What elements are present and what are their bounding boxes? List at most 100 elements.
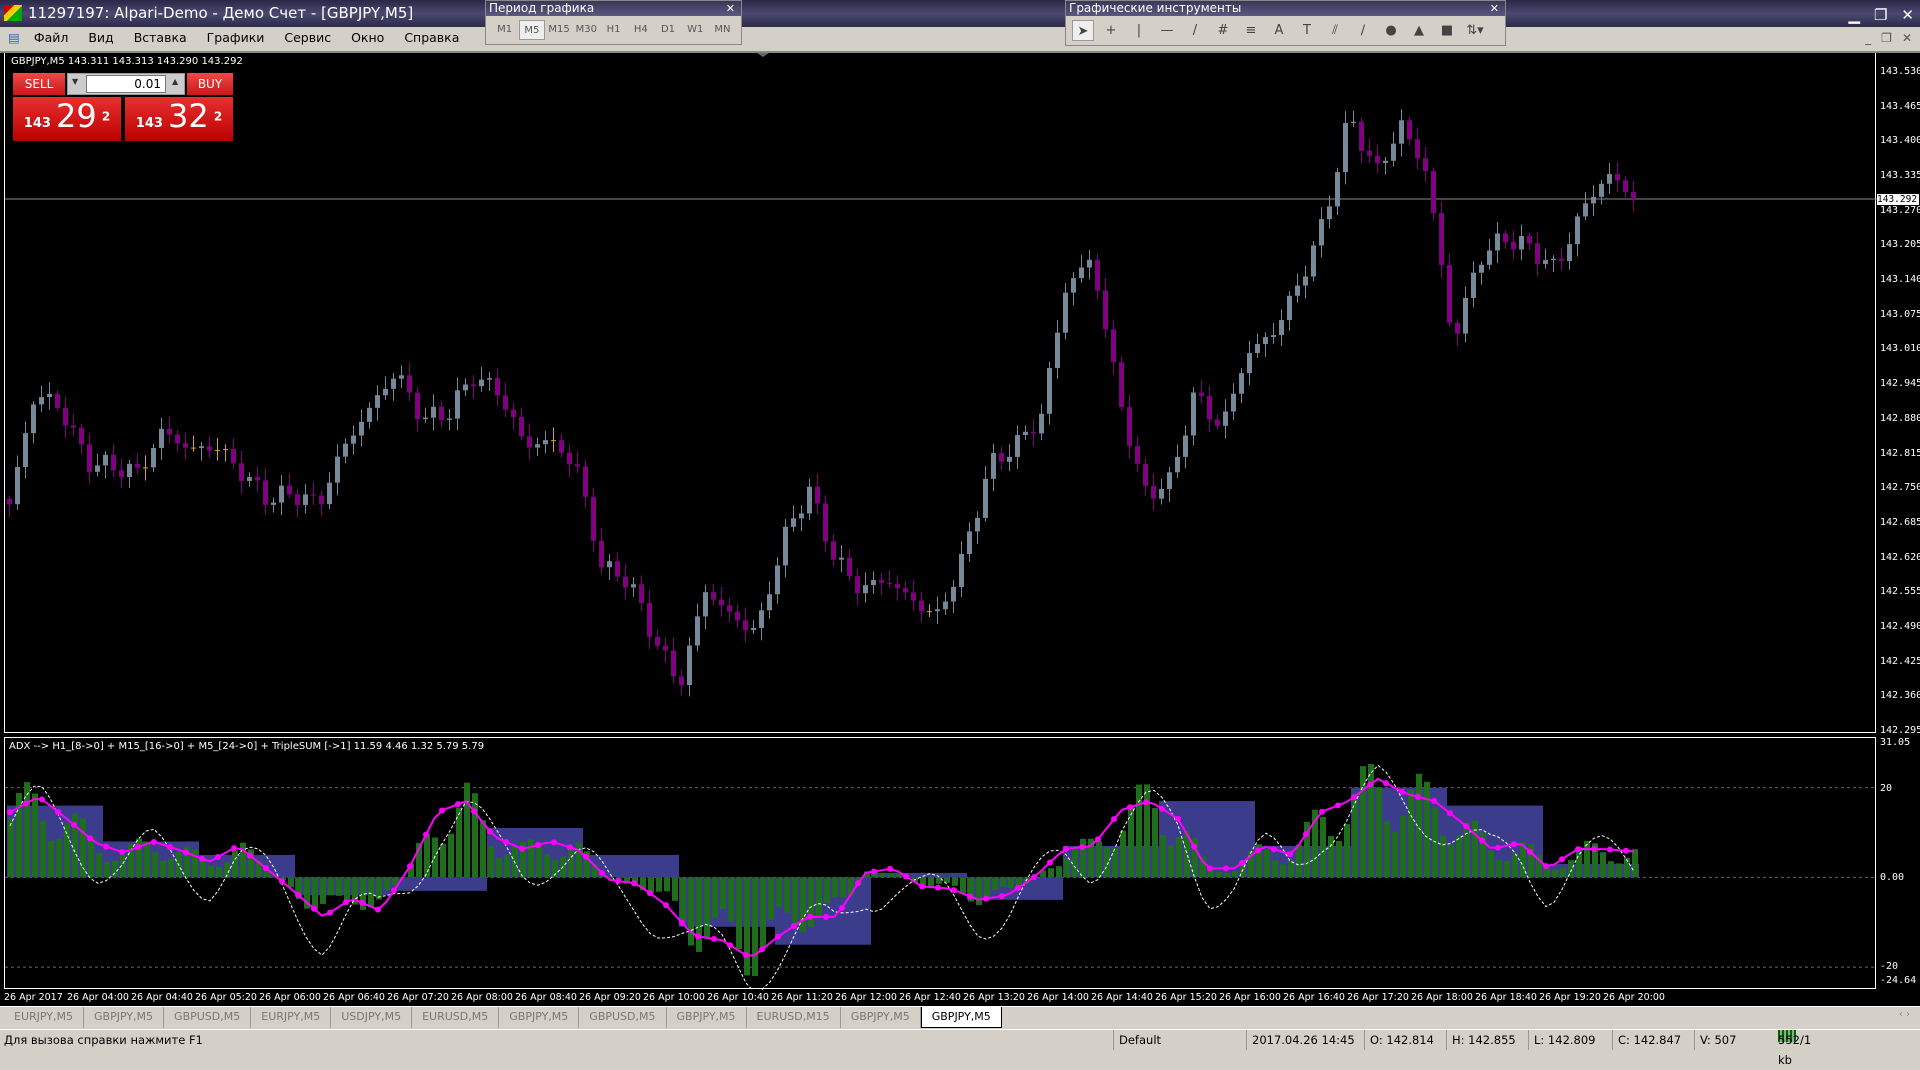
mdi-restore-button[interactable]: ❐ <box>1881 27 1892 49</box>
period-M15[interactable]: M15 <box>547 20 572 40</box>
candle <box>183 443 188 447</box>
histogram-bar-b <box>1264 849 1270 877</box>
cursor-icon[interactable]: ➤ <box>1072 20 1094 41</box>
period-MN[interactable]: MN <box>710 20 735 40</box>
buy-button[interactable]: BUY <box>187 73 233 95</box>
chart-tab[interactable]: GBPUSD,M5 <box>579 1007 666 1028</box>
triplesum-point <box>695 933 701 939</box>
menu-6[interactable]: Справка <box>394 27 469 49</box>
chart-tab[interactable]: GBPUSD,M5 <box>164 1007 251 1028</box>
histogram-bar-b <box>160 861 166 878</box>
chart-shift-marker[interactable] <box>757 53 769 57</box>
price-chart[interactable]: GBPJPY,M5 143.311 143.313 143.290 143.29… <box>4 53 1876 733</box>
indicator-axis-min: -24.64 <box>1880 975 1916 986</box>
arrows-icon[interactable]: ⇅▾ <box>1464 20 1486 41</box>
period-H1[interactable]: H1 <box>601 20 626 40</box>
lot-decrease-icon[interactable]: ▼ <box>72 77 78 86</box>
candle <box>679 676 684 685</box>
chart-tab[interactable]: GBPJPY,M5 <box>499 1007 579 1028</box>
indicator-axis-max: 31.05 <box>1880 737 1910 748</box>
mdi-minimize-button[interactable]: _ <box>1865 27 1871 49</box>
document-icon[interactable]: ▤ <box>8 27 24 49</box>
chart-tab[interactable]: EURJPY,M5 <box>251 1007 331 1028</box>
ellipse-icon[interactable]: ● <box>1380 20 1402 41</box>
time-axis-label: 26 Apr 09:20 <box>579 992 641 1003</box>
mdi-close-button[interactable]: ✕ <box>1902 27 1912 49</box>
chart-tab[interactable]: GBPJPY,M5 <box>84 1007 164 1028</box>
chart-tab[interactable]: GBPJPY,M5 <box>921 1007 1002 1028</box>
histogram-bar-b <box>32 794 38 878</box>
chart-tab[interactable]: GBPJPY,M5 <box>667 1007 747 1028</box>
lot-increase-icon[interactable]: ▲ <box>172 77 178 86</box>
histogram-bar-b <box>1504 861 1510 877</box>
candle <box>247 477 252 481</box>
status-profile[interactable]: Default <box>1113 1030 1243 1050</box>
bid-price-button[interactable]: 143 29 2 <box>13 97 121 141</box>
candle <box>1399 120 1404 143</box>
equidistant-channel-icon[interactable]: # <box>1212 20 1234 41</box>
histogram-bar-b <box>672 877 678 900</box>
candle <box>599 541 604 567</box>
candle <box>327 483 332 505</box>
menu-0[interactable]: Файл <box>24 27 79 49</box>
indicator-pane[interactable]: ADX --> H1_[8->0] + M15_[16->0] + M5_[24… <box>4 737 1876 989</box>
sell-button[interactable]: SELL <box>13 73 65 95</box>
minimize-button[interactable]: ▁ <box>1848 2 1860 29</box>
candle <box>311 494 316 495</box>
candle <box>1279 320 1284 335</box>
vertical-line-icon[interactable]: | <box>1128 20 1150 41</box>
time-axis-label: 26 Apr 08:40 <box>515 992 577 1003</box>
period-D1[interactable]: D1 <box>655 20 680 40</box>
candle <box>103 455 108 466</box>
candle <box>1159 489 1164 499</box>
chart-tab[interactable]: EURJPY,M5 <box>4 1007 84 1028</box>
lot-input[interactable] <box>86 75 166 93</box>
menu-1[interactable]: Вид <box>78 27 123 49</box>
period-M1[interactable]: M1 <box>492 20 517 40</box>
close-icon[interactable]: ✕ <box>726 1 735 16</box>
tab-scroll-arrows[interactable]: ‹ › <box>1899 1009 1910 1020</box>
menu-3[interactable]: Графики <box>197 27 275 49</box>
crosshair-icon[interactable]: + <box>1100 20 1122 41</box>
candle <box>1487 250 1492 264</box>
menu-4[interactable]: Сервис <box>274 27 341 49</box>
horizontal-line-icon[interactable]: — <box>1156 20 1178 41</box>
gann-fan-icon[interactable]: ⫽ <box>1324 20 1346 41</box>
trendline-icon[interactable]: / <box>1184 20 1206 41</box>
chart-tab[interactable]: EURUSD,M5 <box>412 1007 499 1028</box>
text-label-icon[interactable]: T <box>1296 20 1318 41</box>
candle <box>1543 260 1548 264</box>
restore-button[interactable]: ❐ <box>1874 2 1887 29</box>
rectangle-icon[interactable]: ■ <box>1436 20 1458 41</box>
menu-5[interactable]: Окно <box>341 27 394 49</box>
histogram-bar-b <box>48 841 54 878</box>
period-toolbar-title[interactable]: Период графика <box>489 1 594 15</box>
candle <box>367 408 372 422</box>
period-M30[interactable]: M30 <box>574 20 599 40</box>
ask-price-button[interactable]: 143 32 2 <box>125 97 233 141</box>
histogram-bar-b <box>312 877 318 910</box>
histogram-bar-b <box>992 877 998 890</box>
histogram-bar-b <box>1144 784 1150 877</box>
period-W1[interactable]: W1 <box>683 20 708 40</box>
period-H4[interactable]: H4 <box>628 20 653 40</box>
triplesum-point <box>855 880 861 886</box>
histogram-bar-b <box>792 877 798 925</box>
candle <box>703 592 708 616</box>
close-button[interactable]: ✕ <box>1901 2 1914 29</box>
gann-line-icon[interactable]: ∕ <box>1352 20 1374 41</box>
window-title: 11297197: Alpari-Demo - Демо Счет - [GBP… <box>28 4 413 22</box>
tools-toolbar-title[interactable]: Графические инструменты <box>1069 1 1241 15</box>
candle <box>255 477 260 480</box>
chart-tab[interactable]: GBPJPY,M5 <box>841 1007 921 1028</box>
fibonacci-icon[interactable]: ≡ <box>1240 20 1262 41</box>
candle <box>1015 435 1020 457</box>
menu-2[interactable]: Вставка <box>124 27 197 49</box>
text-icon[interactable]: A <box>1268 20 1290 41</box>
chart-tab[interactable]: USDJPY,M5 <box>331 1007 412 1028</box>
close-icon[interactable]: ✕ <box>1490 1 1499 16</box>
candle <box>263 480 268 504</box>
period-M5[interactable]: M5 <box>519 20 544 40</box>
triangle-icon[interactable]: ▲ <box>1408 20 1430 41</box>
chart-tab[interactable]: EURUSD,M15 <box>747 1007 841 1028</box>
